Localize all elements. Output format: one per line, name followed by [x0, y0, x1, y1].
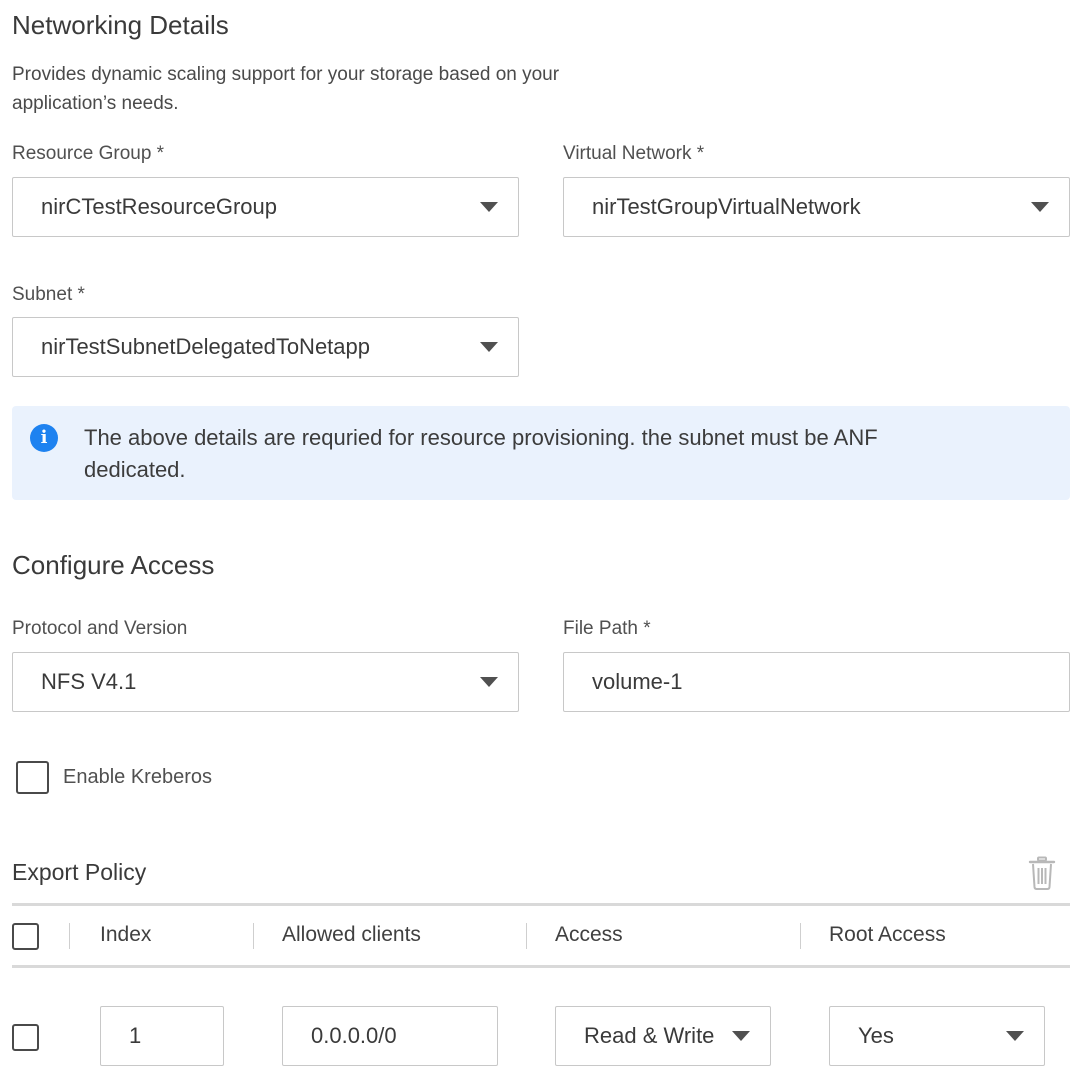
file-path-label: File Path *: [563, 618, 651, 639]
trash-icon[interactable]: [1028, 856, 1056, 890]
info-text: The above details are requried for resou…: [84, 425, 878, 482]
chevron-down-icon: [1006, 1031, 1024, 1041]
column-separator: [69, 923, 70, 949]
access-select[interactable]: Read & Write: [555, 1006, 771, 1066]
column-header-allowed-clients: Allowed clients: [282, 923, 421, 946]
table-header-divider: [12, 965, 1070, 968]
info-icon: i: [30, 424, 58, 452]
virtual-network-select[interactable]: nirTestGroupVirtualNetwork: [563, 177, 1070, 237]
chevron-down-icon: [732, 1031, 750, 1041]
access-value: Read & Write: [584, 1023, 715, 1048]
kerberos-label: Enable Kreberos: [63, 766, 212, 788]
networking-title: Networking Details: [12, 10, 229, 40]
column-separator: [253, 923, 254, 949]
chevron-down-icon: [480, 202, 498, 212]
row-checkbox[interactable]: [12, 1024, 39, 1051]
subnet-label: Subnet *: [12, 284, 85, 305]
file-path-value: volume-1: [592, 669, 683, 694]
info-banner: i The above details are requried for res…: [12, 406, 1070, 500]
chevron-down-icon: [1031, 202, 1049, 212]
virtual-network-value: nirTestGroupVirtualNetwork: [592, 194, 861, 219]
index-input[interactable]: 1: [100, 1006, 224, 1066]
file-path-input[interactable]: volume-1: [563, 652, 1070, 712]
virtual-network-label: Virtual Network *: [563, 143, 705, 164]
chevron-down-icon: [480, 342, 498, 352]
resource-group-value: nirCTestResourceGroup: [41, 194, 277, 219]
protocol-value: NFS V4.1: [41, 669, 137, 694]
subnet-select[interactable]: nirTestSubnetDelegatedToNetapp: [12, 317, 519, 377]
chevron-down-icon: [480, 677, 498, 687]
index-value: 1: [129, 1023, 142, 1048]
root-access-value: Yes: [858, 1023, 894, 1048]
allowed-clients-input[interactable]: 0.0.0.0/0: [282, 1006, 498, 1066]
subnet-value: nirTestSubnetDelegatedToNetapp: [41, 334, 371, 359]
resource-group-label: Resource Group *: [12, 143, 165, 164]
protocol-select[interactable]: NFS V4.1: [12, 652, 519, 712]
kerberos-checkbox[interactable]: [16, 761, 49, 794]
select-all-checkbox[interactable]: [12, 923, 39, 950]
resource-group-select[interactable]: nirCTestResourceGroup: [12, 177, 519, 237]
column-header-index: Index: [100, 923, 152, 946]
export-policy-title: Export Policy: [12, 859, 147, 885]
protocol-label: Protocol and Version: [12, 618, 188, 639]
column-separator: [526, 923, 527, 949]
column-header-root-access: Root Access: [829, 923, 946, 946]
allowed-clients-value: 0.0.0.0/0: [311, 1023, 397, 1048]
column-header-access: Access: [555, 923, 623, 946]
column-separator: [800, 923, 801, 949]
networking-description: Provides dynamic scaling support for you…: [12, 64, 560, 114]
configure-access-title: Configure Access: [12, 550, 215, 580]
root-access-select[interactable]: Yes: [829, 1006, 1045, 1066]
table-top-divider: [12, 903, 1070, 906]
